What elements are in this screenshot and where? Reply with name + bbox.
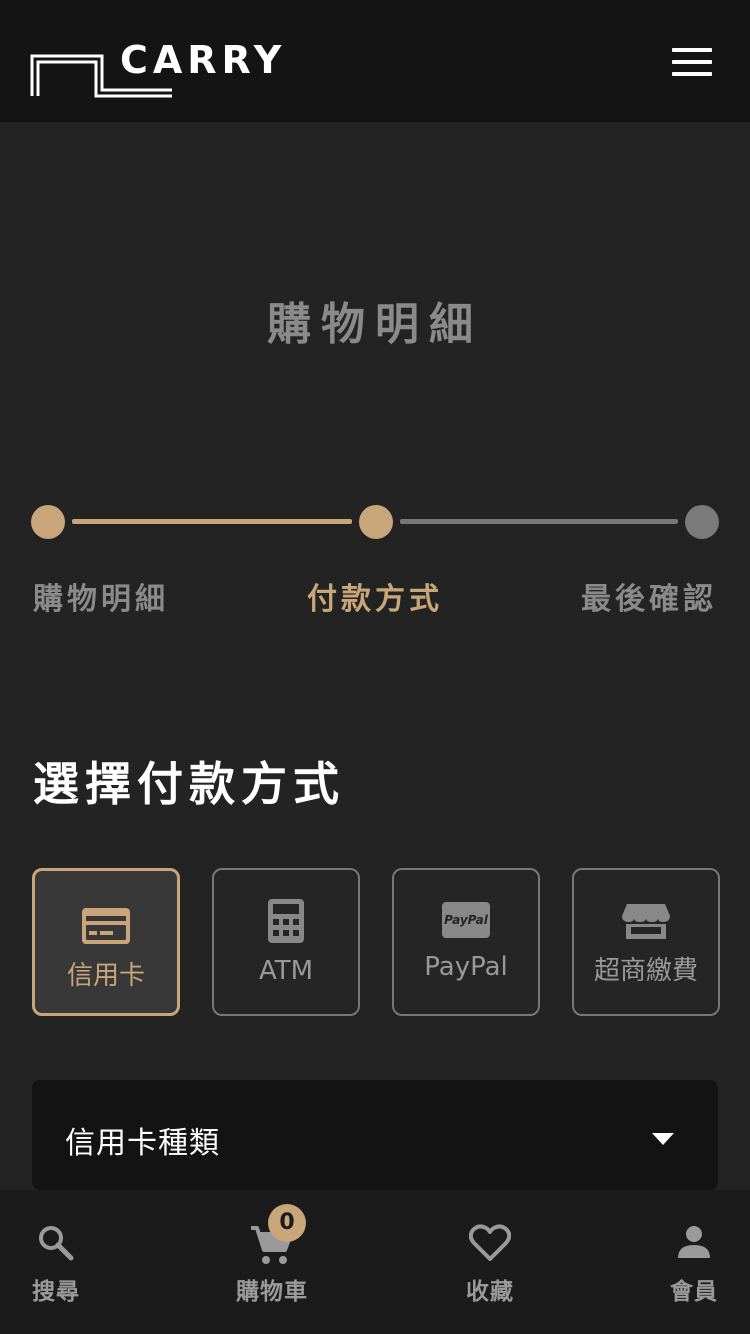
nav-label: 收藏 (466, 1279, 514, 1305)
method-label: 信用卡 (66, 961, 145, 991)
nav-member[interactable]: 會員 (644, 1190, 744, 1334)
nav-search[interactable]: 搜尋 (6, 1190, 106, 1334)
step-1-dot (31, 505, 65, 539)
method-convenience-store[interactable]: 超商繳費 (572, 868, 720, 1016)
step-3-label: 最後確認 (581, 582, 717, 617)
bottom-nav: 搜尋 0 購物車 收藏 會員 (0, 1190, 750, 1334)
brand-logo[interactable]: CARRY (30, 38, 290, 100)
method-label: 超商繳費 (593, 956, 698, 986)
method-label: PayPal (424, 952, 508, 982)
step-1-connector (72, 519, 352, 524)
step-2-label: 付款方式 (307, 582, 443, 617)
nav-label: 購物車 (236, 1279, 308, 1305)
brand-name: CARRY (120, 38, 287, 82)
person-icon (644, 1224, 744, 1260)
cart-count-badge: 0 (268, 1204, 306, 1242)
checkout-stepper: 購物明細 付款方式 最後確認 (0, 500, 750, 620)
hamburger-menu-icon[interactable] (672, 48, 716, 76)
calculator-icon (214, 898, 358, 944)
heart-icon (440, 1224, 540, 1262)
method-atm[interactable]: ATM (212, 868, 360, 1016)
method-credit-card[interactable]: 信用卡 (32, 868, 180, 1016)
nav-label: 搜尋 (32, 1279, 80, 1305)
step-2-dot (359, 505, 393, 539)
method-label: ATM (258, 956, 314, 986)
section-title: 選擇付款方式 (33, 757, 345, 811)
step-1-label: 購物明細 (33, 582, 169, 617)
paypal-icon: PayPal (394, 902, 538, 938)
app-header: CARRY (0, 0, 750, 122)
payment-method-list: 信用卡 ATM PayPal PayPal 超商繳費 (32, 868, 720, 1016)
nav-favorites[interactable]: 收藏 (440, 1190, 540, 1334)
dropdown-arrow-icon (652, 1130, 674, 1149)
nav-label: 會員 (670, 1279, 718, 1305)
method-paypal[interactable]: PayPal PayPal (392, 868, 540, 1016)
nav-cart[interactable]: 0 購物車 (222, 1190, 322, 1334)
store-icon (574, 902, 718, 940)
search-icon (6, 1224, 106, 1262)
step-2-connector (400, 519, 678, 524)
step-3-dot (685, 505, 719, 539)
page-title: 購物明細 (267, 299, 483, 350)
credit-card-icon (35, 907, 177, 945)
card-type-select[interactable]: 信用卡種類 (32, 1080, 718, 1190)
card-type-select-value: 信用卡種類 (65, 1126, 220, 1161)
